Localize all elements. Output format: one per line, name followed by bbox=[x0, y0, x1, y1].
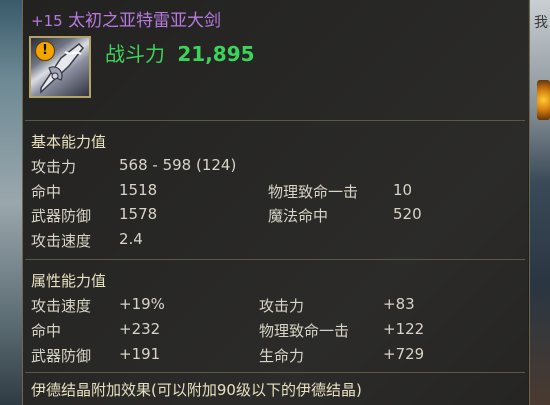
divider bbox=[25, 372, 525, 373]
combat-power-value: 21,895 bbox=[177, 42, 255, 66]
stat-value: 10 bbox=[393, 181, 413, 199]
stat-value: +729 bbox=[383, 345, 425, 363]
background-scene-left bbox=[0, 0, 22, 405]
combat-power: 战斗力 21,895 bbox=[105, 38, 255, 67]
divider bbox=[25, 259, 525, 260]
stat-label: 武器防御 bbox=[31, 207, 92, 225]
stat-label: 攻击速度 bbox=[31, 297, 92, 315]
stat-label: 生命力 bbox=[259, 347, 305, 365]
stat-label: 攻击力 bbox=[259, 297, 305, 315]
stat-label: 命中 bbox=[31, 183, 62, 201]
stat-value: +122 bbox=[383, 320, 425, 338]
stat-value: +191 bbox=[119, 345, 161, 363]
stat-value: 2.4 bbox=[119, 230, 143, 248]
stat-value: 1518 bbox=[119, 181, 158, 199]
bonus-stats-title: 属性能力值 bbox=[31, 272, 107, 290]
divider bbox=[25, 120, 525, 121]
stat-label: 命中 bbox=[31, 322, 62, 340]
item-tooltip: +15 太初之亚特雷亚大剑 ! 战斗力 21,895 基本能力值 攻击力 568… bbox=[22, 0, 530, 405]
stat-value: 568 - 598 (124) bbox=[119, 156, 237, 174]
item-name-text: 太初之亚特雷亚大剑 bbox=[68, 11, 222, 31]
stat-label: 攻击速度 bbox=[31, 232, 92, 250]
stat-value: 1578 bbox=[119, 205, 158, 223]
stat-label: 攻击力 bbox=[31, 158, 77, 176]
stat-label: 物理致命一击 bbox=[268, 183, 359, 201]
stat-label: 魔法命中 bbox=[268, 207, 329, 225]
item-icon: ! bbox=[29, 36, 91, 98]
stat-label: 物理致命一击 bbox=[259, 322, 350, 340]
enhance-level: +15 bbox=[31, 12, 63, 30]
combat-power-label: 战斗力 bbox=[105, 42, 165, 66]
stat-value: +232 bbox=[119, 320, 161, 338]
background-scene-right bbox=[528, 0, 550, 405]
item-name: +15 太初之亚特雷亚大剑 bbox=[31, 6, 221, 31]
background-skill-icon bbox=[537, 80, 550, 120]
warning-icon: ! bbox=[35, 41, 55, 61]
basic-stats-title: 基本能力值 bbox=[31, 133, 107, 151]
stat-label: 武器防御 bbox=[31, 347, 92, 365]
stat-value: +19% bbox=[119, 295, 165, 313]
crystal-effect-title: 伊德结晶附加效果(可以附加90级以下的伊德结晶) bbox=[31, 381, 362, 399]
stat-value: +83 bbox=[383, 295, 415, 313]
stat-value: 520 bbox=[393, 205, 422, 223]
background-text: 我 bbox=[534, 15, 548, 31]
